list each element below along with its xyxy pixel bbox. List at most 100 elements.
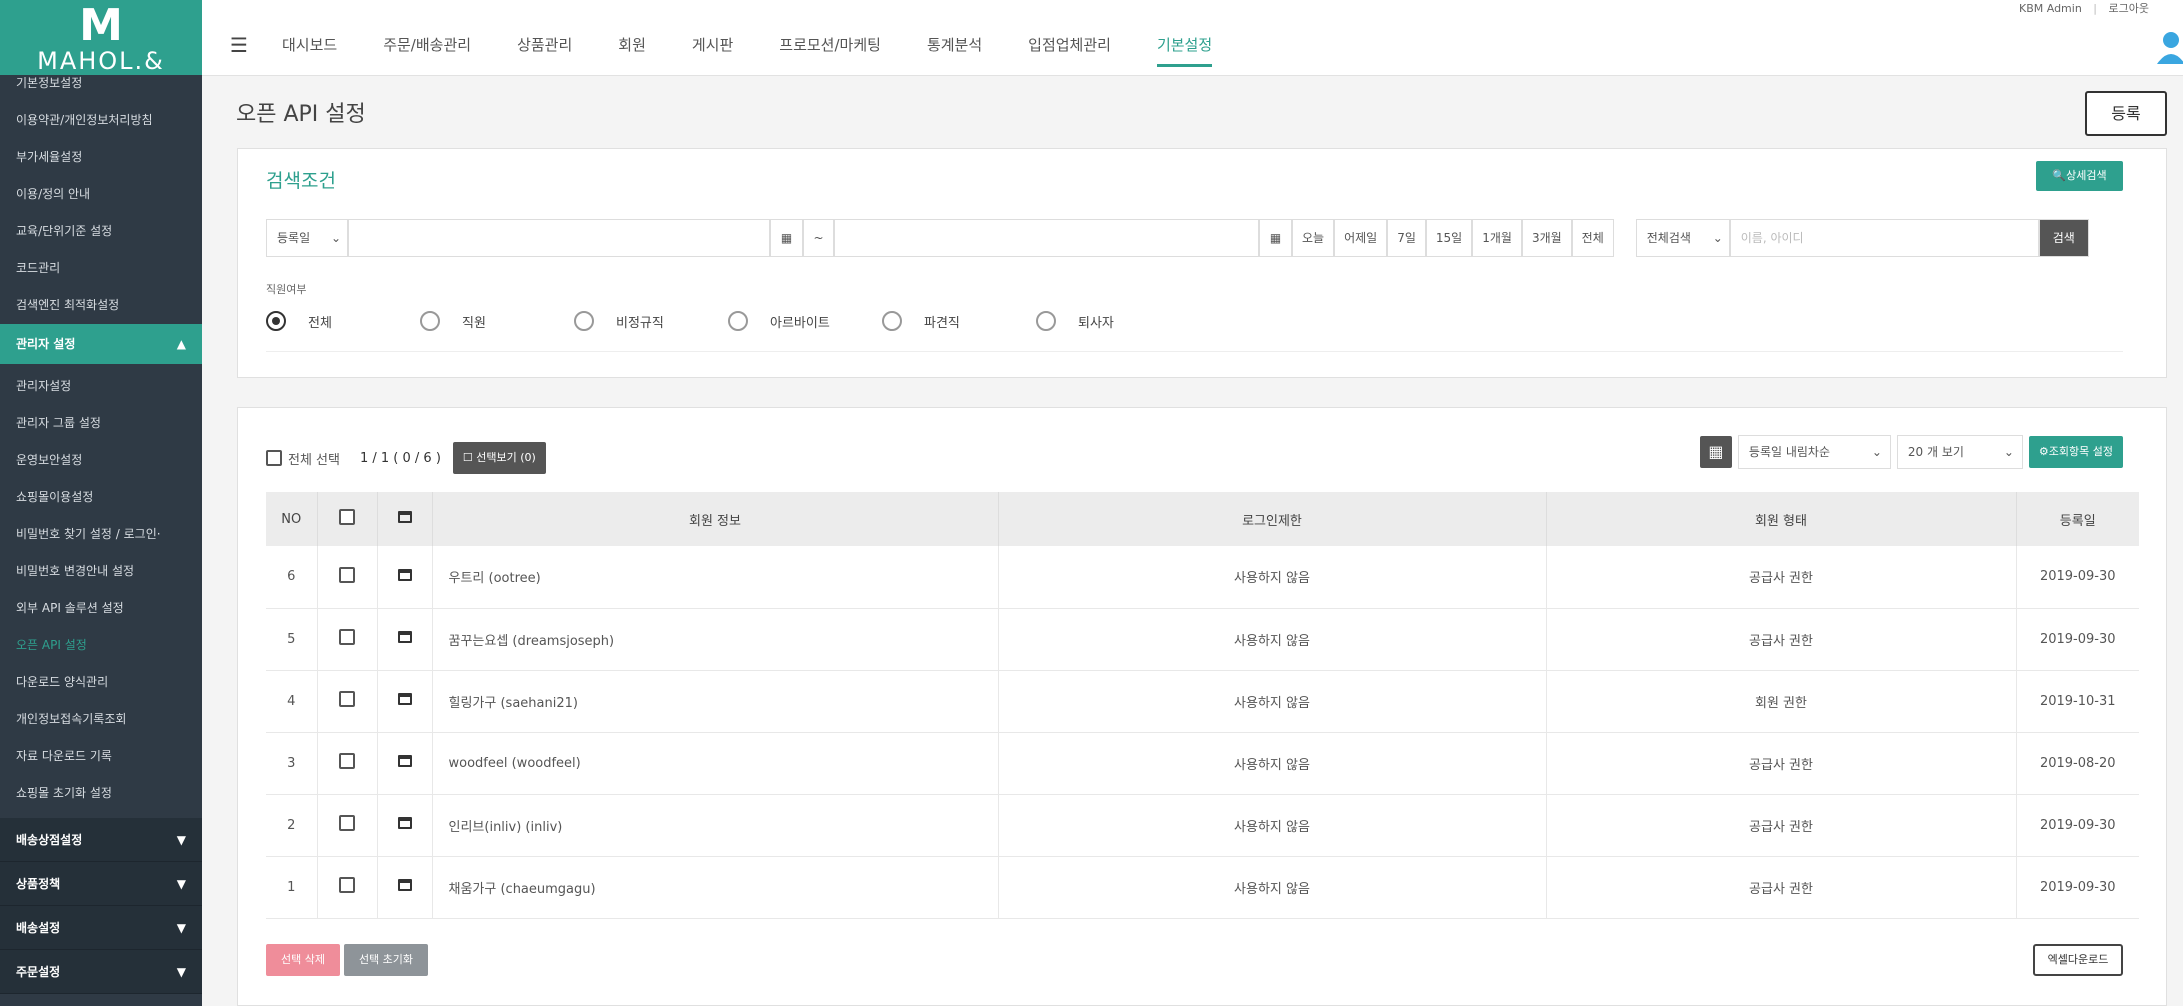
sidebar-section[interactable]: 상품정책 ▼ [0,862,202,906]
row-checkbox[interactable] [339,566,355,583]
divider: | [2093,2,2098,15]
sidebar-section[interactable]: 배송설정 ▼ [0,906,202,950]
row-checkbox[interactable] [339,815,355,831]
row-member-info[interactable]: 채움가구 (chaeumgagu) [432,856,999,919]
hamburger-menu-icon[interactable]: ☰ [230,35,252,55]
sidebar-item[interactable]: 검색엔진 최적화설정 [0,287,202,324]
register-button[interactable]: 등록 [2085,91,2167,136]
row-reg-date: 2019-09-30 [2016,856,2139,919]
quick-date-button[interactable]: 오늘 [1292,219,1335,257]
column-settings-button[interactable]: ⚙조회항목 설정 [2028,436,2123,468]
logo[interactable]: M MAHOL.& [0,0,202,75]
sidebar-item[interactable]: 코드관리 [0,250,202,287]
search-filter-row: 등록일 ⌄ ▦ ~ ▦ 오늘 어제일 7일 15일 1개월 3개월 전체 전체검색 ⌄ 이름, … [266,219,2089,257]
quick-date-button[interactable]: 3개월 [1521,219,1572,257]
row-checkbox[interactable] [339,629,355,645]
row-checkbox[interactable] [339,691,355,707]
table-row[interactable]: 3 woodfeel (woodfeel) 사용하지 않음 공급사 권한 2019-08… [266,732,2139,795]
sidebar-item[interactable]: 이용약관/개인정보처리방침 [0,102,202,139]
sidebar-item[interactable]: 오픈 API 설정 [0,627,202,664]
table-row[interactable]: 5 꿈꾸는요셉 (dreamsjoseph) 사용하지 않음 공급사 권한 2019-0… [266,608,2139,671]
header-checkbox[interactable] [339,509,355,525]
row-reg-date: 2019-09-30 [2016,794,2139,857]
quick-date-button[interactable]: 전체 [1571,219,1614,257]
sidebar-item[interactable]: 부가세율설정 [0,139,202,176]
row-checkbox[interactable] [339,877,355,893]
sidebar-section[interactable]: 주문설정 ▼ [0,950,202,994]
nav-item[interactable]: 회원 [618,34,646,55]
window-icon[interactable] [397,879,412,891]
window-icon[interactable] [397,693,412,705]
radio-option[interactable]: 아르바이트 [728,311,882,331]
window-icon[interactable] [397,817,412,829]
radio-option[interactable]: 직원 [420,311,574,331]
sidebar-item[interactable]: 교육/단위기준 설정 [0,213,202,250]
radio-option[interactable]: 파견직 [882,311,1036,331]
logout-link[interactable]: 로그아웃 [2109,2,2149,15]
row-member-info[interactable]: 우트리 (ootree) [432,546,999,609]
delete-selected-button[interactable]: 선택 삭제 [266,944,340,976]
row-no: 1 [266,856,318,919]
table-row[interactable]: 4 힐링가구 (saehani21) 사용하지 않음 회원 권한 2019-10-31 [266,670,2139,733]
sidebar-item[interactable]: 다운로드 양식관리 [0,664,202,701]
row-icon-cell [377,608,433,671]
sidebar-item[interactable]: 외부 API 솔루션 설정 [0,590,202,627]
search-button[interactable]: 검색 [2038,219,2089,257]
quick-date-button[interactable]: 15일 [1425,219,1473,257]
nav-item[interactable]: 상품관리 [517,34,572,55]
select-all-checkbox[interactable] [266,450,282,466]
sidebar-item[interactable]: 관리자 그룹 설정 [0,405,202,442]
row-member-info[interactable]: 꿈꾸는요셉 (dreamsjoseph) [432,608,999,671]
sidebar-item[interactable]: 쇼핑몰 초기화 설정 [0,775,202,812]
date-type-select[interactable]: 등록일 ⌄ [266,219,348,257]
quick-date-button[interactable]: 어제일 [1334,219,1388,257]
quick-date-button[interactable]: 7일 [1387,219,1426,257]
end-date-input[interactable] [834,219,1259,257]
sidebar-item[interactable]: 자료 다운로드 기록 [0,738,202,775]
sidebar-item[interactable]: 쇼핑몰이용설정 [0,479,202,516]
calendar-icon[interactable]: ▦ [1259,219,1292,257]
row-checkbox[interactable] [339,753,355,769]
nav-item[interactable]: 주문/배송관리 [383,34,471,55]
excel-download-button[interactable]: 엑셀다운로드 [2033,944,2123,976]
sidebar-section-admin[interactable]: 관리자 설정 ▲ [0,324,202,364]
nav-item[interactable]: 기본설정 [1156,34,1213,67]
sidebar-item[interactable]: 관리자설정 [0,368,202,405]
detail-search-button[interactable]: 🔍상세검색 [2036,161,2123,191]
quick-date-button[interactable]: 1개월 [1472,219,1522,257]
row-member-info[interactable]: 힐링가구 (saehani21) [432,670,999,733]
user-avatar-icon[interactable] [2155,30,2183,64]
page-size-select[interactable]: 20 개 보기 ⌄ [1896,435,2023,469]
nav-item[interactable]: 게시판 [692,34,733,55]
keyword-type-select[interactable]: 전체검색 ⌄ [1635,219,1730,257]
calendar-icon[interactable]: ▦ [770,219,803,257]
sidebar-item[interactable]: 개인정보접속기록조회 [0,701,202,738]
search-title: 검색조건 [266,170,336,192]
table-row[interactable]: 2 인리브(inliv) (inliv) 사용하지 않음 공급사 권한 2019-09-… [266,794,2139,857]
sidebar-item[interactable]: 이용/정의 안내 [0,176,202,213]
row-member-info[interactable]: 인리브(inliv) (inliv) [432,794,999,857]
window-icon[interactable] [397,631,412,643]
sort-select[interactable]: 등록일 내림차순 ⌄ [1737,435,1891,469]
window-icon[interactable] [397,568,412,581]
sidebar-item[interactable]: 운영보안설정 [0,442,202,479]
grid-view-icon[interactable]: ▦ [1699,436,1732,468]
radio-option[interactable]: 퇴사자 [1036,311,1190,331]
keyword-input[interactable]: 이름, 아이디 [1729,219,2039,257]
window-icon[interactable] [397,755,412,767]
start-date-input[interactable] [348,219,770,257]
nav-item[interactable]: 프로모션/마케팅 [779,34,881,55]
table-row[interactable]: 1 채움가구 (chaeumgagu) 사용하지 않음 공급사 권한 2019-09-3… [266,856,2139,919]
radio-option[interactable]: 전체 [266,311,420,331]
table-row[interactable]: 6 우트리 (ootree) 사용하지 않음 공급사 권한 2019-09-30 [266,546,2139,609]
radio-option[interactable]: 비정규직 [574,311,728,331]
nav-item[interactable]: 대시보드 [282,34,337,55]
sidebar-section[interactable]: 배송상점설정 ▼ [0,818,202,862]
reset-selected-button[interactable]: 선택 초기화 [344,944,428,976]
view-selected-button[interactable]: ☐ 선택보기 (0) [452,442,546,474]
sidebar-item[interactable]: 비밀번호 변경안내 설정 [0,553,202,590]
sidebar-item[interactable]: 비밀번호 찾기 설정 / 로그인· [0,516,202,553]
row-member-info[interactable]: woodfeel (woodfeel) [432,732,999,795]
nav-item[interactable]: 입점업체관리 [1028,34,1111,55]
nav-item[interactable]: 통계분석 [927,34,982,55]
